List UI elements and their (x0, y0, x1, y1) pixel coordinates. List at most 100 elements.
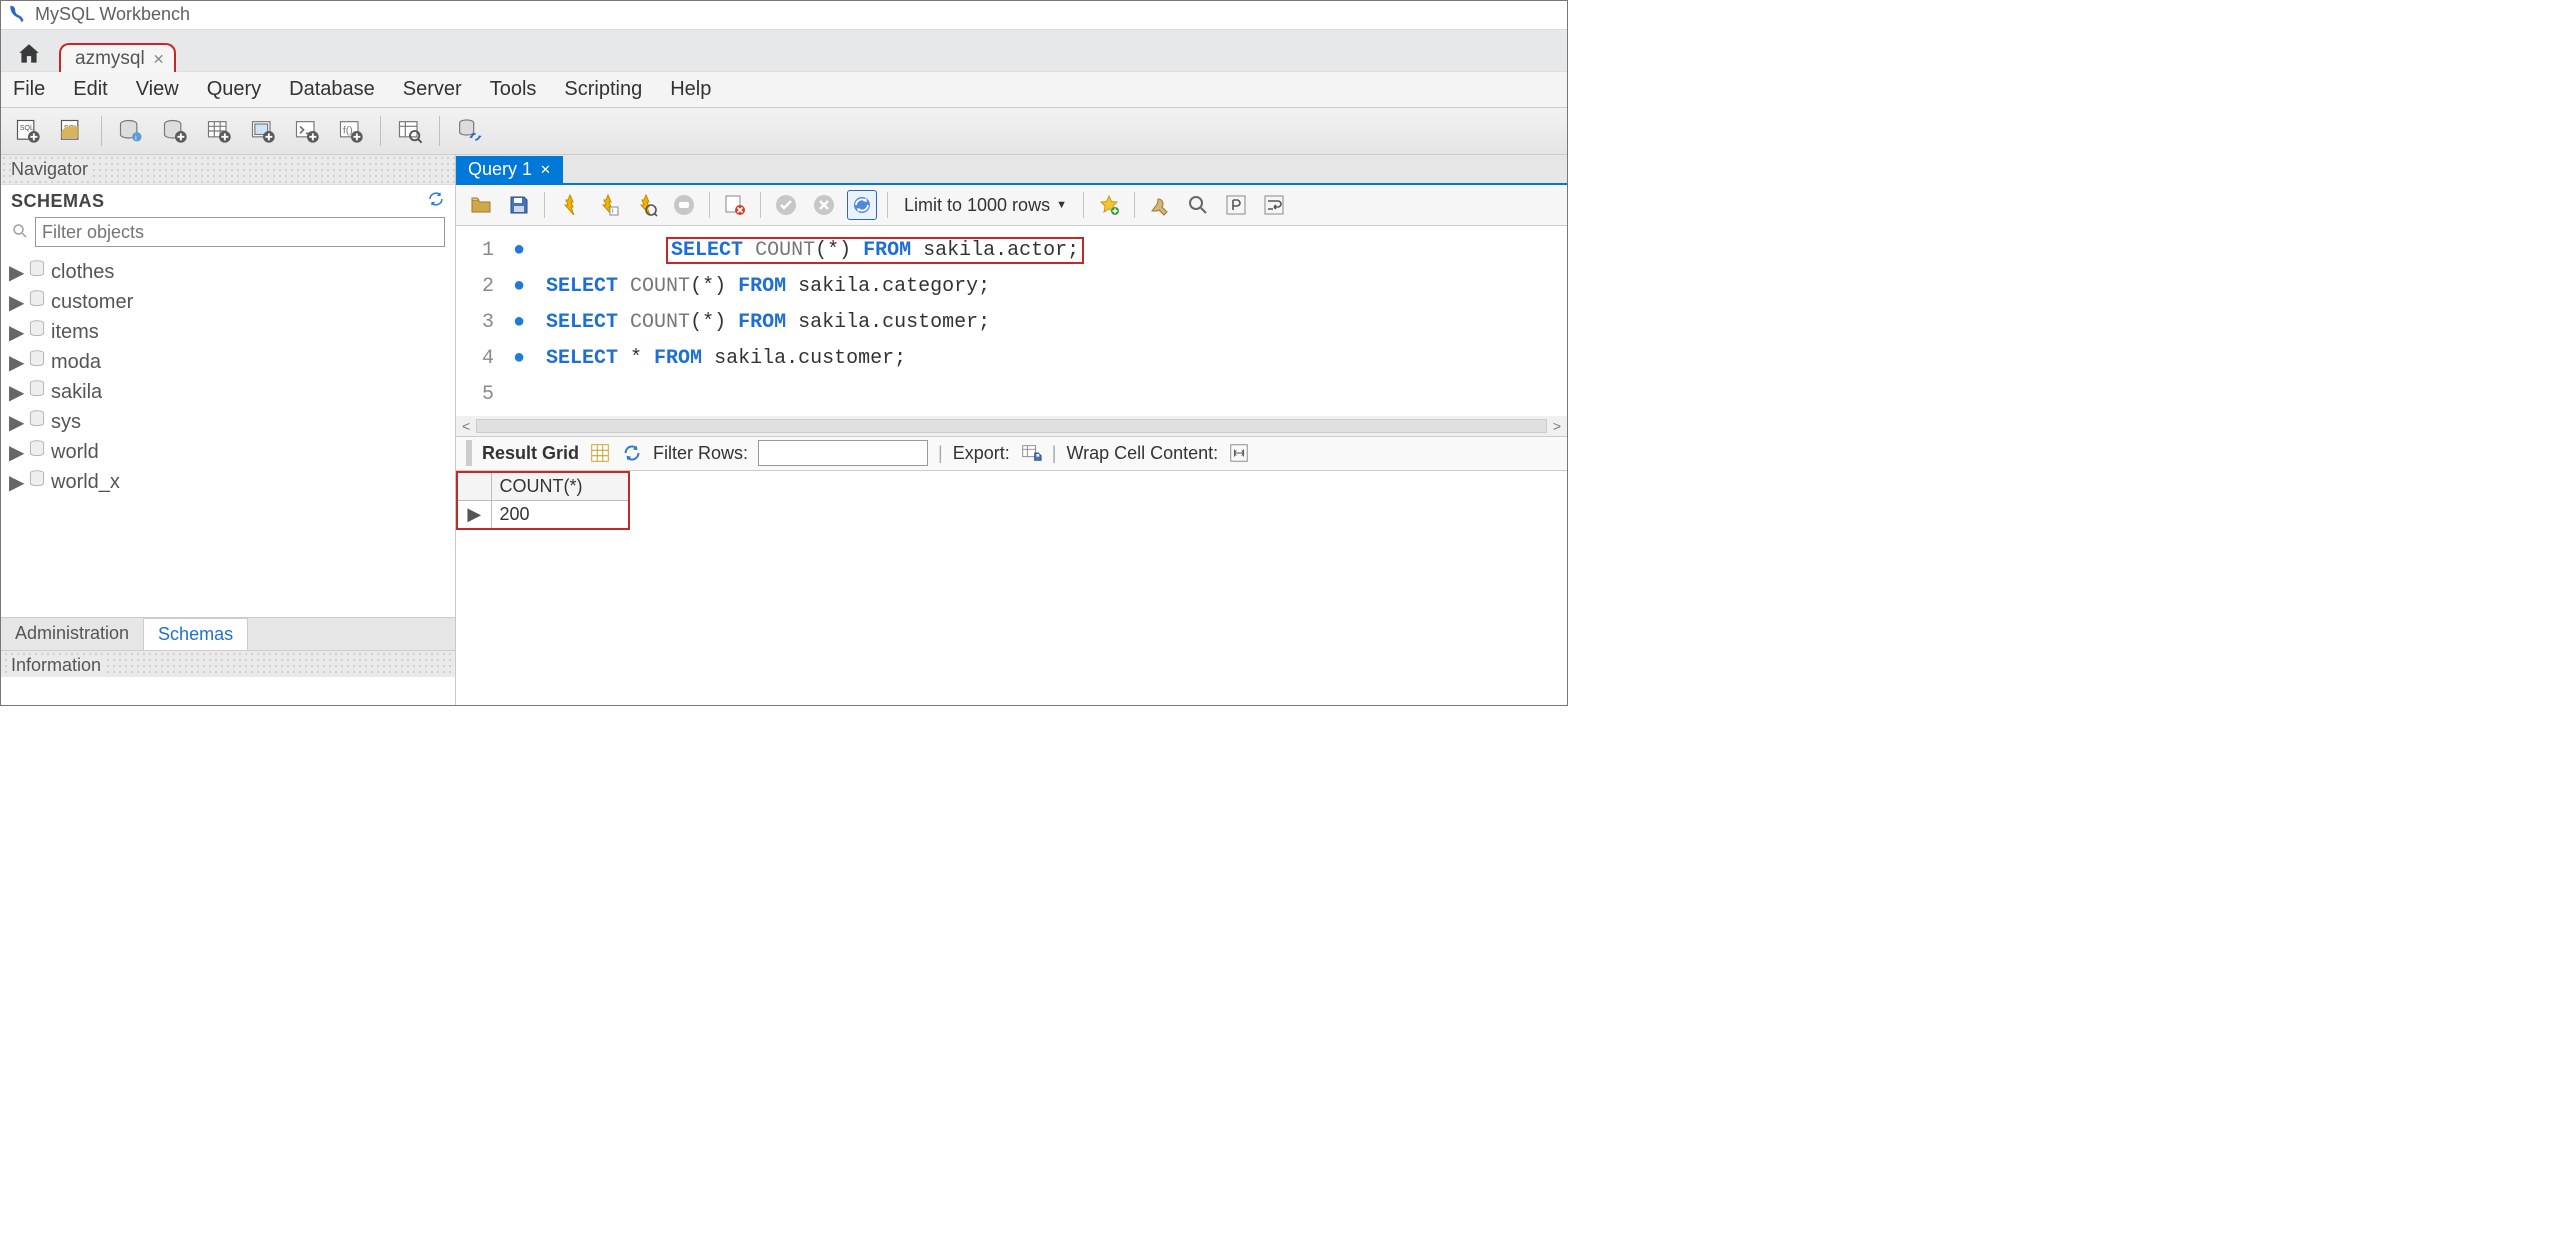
chevron-down-icon: ▼ (1056, 199, 1067, 211)
database-icon (27, 258, 47, 286)
schema-item: ▶sys (9, 407, 447, 437)
new-view-icon[interactable] (246, 114, 280, 148)
result-grid-label: Result Grid (482, 443, 579, 464)
information-body (1, 677, 455, 705)
reconnect-icon[interactable] (452, 114, 486, 148)
query-panel: Query 1 ✕ I Limit to 1000 rows ▼ (456, 155, 1567, 705)
app-icon (7, 3, 29, 25)
result-toolbar: Result Grid Filter Rows: | Export: | Wra… (456, 436, 1567, 471)
database-icon (27, 318, 47, 346)
scroll-left-icon[interactable]: < (462, 418, 470, 434)
refresh-icon[interactable] (427, 190, 445, 213)
new-schema-icon[interactable] (158, 114, 192, 148)
export-label: Export: (953, 443, 1010, 464)
grid-view-icon[interactable] (589, 442, 611, 464)
statement-marker-icon: ● (504, 239, 534, 262)
separator-icon (1134, 192, 1135, 218)
new-procedure-icon[interactable] (290, 114, 324, 148)
result-grid[interactable]: COUNT(*) ▶ 200 (456, 471, 630, 530)
separator-icon (439, 116, 440, 146)
separator-icon (101, 116, 102, 146)
home-button[interactable] (11, 37, 47, 71)
menu-database[interactable]: Database (285, 76, 379, 103)
tab-administration[interactable]: Administration (1, 618, 143, 650)
svg-text:f(): f() (343, 124, 353, 136)
filter-rows-input[interactable] (758, 440, 928, 466)
menu-tools[interactable]: Tools (486, 76, 541, 103)
limit-rows-select[interactable]: Limit to 1000 rows ▼ (898, 195, 1073, 216)
database-icon (27, 468, 47, 496)
scroll-right-icon[interactable]: > (1553, 418, 1561, 434)
result-grid-wrap: COUNT(*) ▶ 200 (456, 471, 1567, 530)
connection-tab-label: azmysql (75, 48, 145, 70)
main-toolbar: SQL SQL i f() (1, 107, 1567, 155)
schema-item: ▶world (9, 437, 447, 467)
wrap-cell-icon[interactable] (1228, 442, 1250, 464)
new-function-icon[interactable]: f() (334, 114, 368, 148)
open-sql-file-icon[interactable]: SQL (55, 114, 89, 148)
open-file-icon[interactable] (466, 190, 496, 220)
menu-file[interactable]: File (9, 76, 49, 103)
query-tab[interactable]: Query 1 ✕ (456, 156, 563, 183)
database-icon (27, 378, 47, 406)
schemas-heading: SCHEMAS (1, 185, 455, 215)
app-title: MySQL Workbench (35, 4, 190, 25)
filter-objects-input[interactable] (35, 217, 445, 247)
horizontal-scrollbar[interactable]: < > (456, 416, 1567, 436)
sql-editor[interactable]: 1 ● SELECT COUNT(*) FROM sakila.actor; 2… (456, 226, 1567, 416)
schema-item: ▶items (9, 317, 447, 347)
tab-schemas[interactable]: Schemas (143, 618, 248, 651)
search-table-icon[interactable] (393, 114, 427, 148)
menu-server[interactable]: Server (399, 76, 466, 103)
workspace: Navigator SCHEMAS ▶clothes ▶customer ▶it… (1, 155, 1567, 705)
statement-marker-icon: ● (504, 275, 534, 298)
statement-marker-icon: ● (504, 311, 534, 334)
separator-icon (380, 116, 381, 146)
column-header[interactable]: COUNT(*) (491, 472, 629, 501)
close-icon[interactable]: ✕ (540, 162, 551, 178)
menubar: File Edit View Query Database Server Too… (1, 71, 1567, 107)
wrap-icon[interactable] (1259, 190, 1289, 220)
drag-handle-icon[interactable] (466, 440, 472, 466)
connection-tab-row: azmysql ✕ (1, 29, 1567, 71)
row-indicator-icon[interactable]: ▶ (457, 501, 491, 530)
schema-item: ▶world_x (9, 467, 447, 497)
new-sql-tab-icon[interactable]: SQL (11, 114, 45, 148)
schema-item: ▶clothes (9, 257, 447, 287)
menu-edit[interactable]: Edit (69, 76, 111, 103)
schema-item: ▶customer (9, 287, 447, 317)
schema-item: ▶moda (9, 347, 447, 377)
connection-tab[interactable]: azmysql ✕ (59, 43, 176, 72)
close-icon[interactable]: ✕ (153, 51, 165, 68)
query-tabs: Query 1 ✕ (456, 155, 1567, 185)
favorite-icon[interactable] (1094, 190, 1124, 220)
menu-view[interactable]: View (132, 76, 183, 103)
wrap-cell-label: Wrap Cell Content: (1066, 443, 1218, 464)
menu-help[interactable]: Help (666, 76, 715, 103)
titlebar: MySQL Workbench (1, 1, 1567, 29)
menu-scripting[interactable]: Scripting (560, 76, 646, 103)
query-tab-label: Query 1 (468, 159, 532, 180)
statement-marker-icon: ● (504, 347, 534, 370)
table-row: ▶ 200 (457, 501, 629, 530)
corner-cell (457, 472, 491, 501)
database-icon (27, 438, 47, 466)
database-icon (27, 408, 47, 436)
schema-tree[interactable]: ▶clothes ▶customer ▶items ▶moda ▶sakila … (1, 253, 455, 617)
save-file-icon[interactable] (504, 190, 534, 220)
navigator-header: Navigator (1, 155, 455, 185)
database-icon (27, 348, 47, 376)
refresh-icon[interactable] (621, 442, 643, 464)
export-icon[interactable] (1020, 442, 1042, 464)
beautify-icon[interactable] (1145, 190, 1175, 220)
new-table-icon[interactable] (202, 114, 236, 148)
menu-query[interactable]: Query (203, 76, 265, 103)
search-icon (11, 222, 29, 243)
invisible-chars-icon[interactable] (1221, 190, 1251, 220)
find-icon[interactable] (1183, 190, 1213, 220)
database-icon (27, 288, 47, 316)
inspector-icon[interactable]: i (114, 114, 148, 148)
cell-value[interactable]: 200 (491, 501, 629, 530)
navigator-tabs: Administration Schemas (1, 617, 455, 650)
schema-item: ▶sakila (9, 377, 447, 407)
